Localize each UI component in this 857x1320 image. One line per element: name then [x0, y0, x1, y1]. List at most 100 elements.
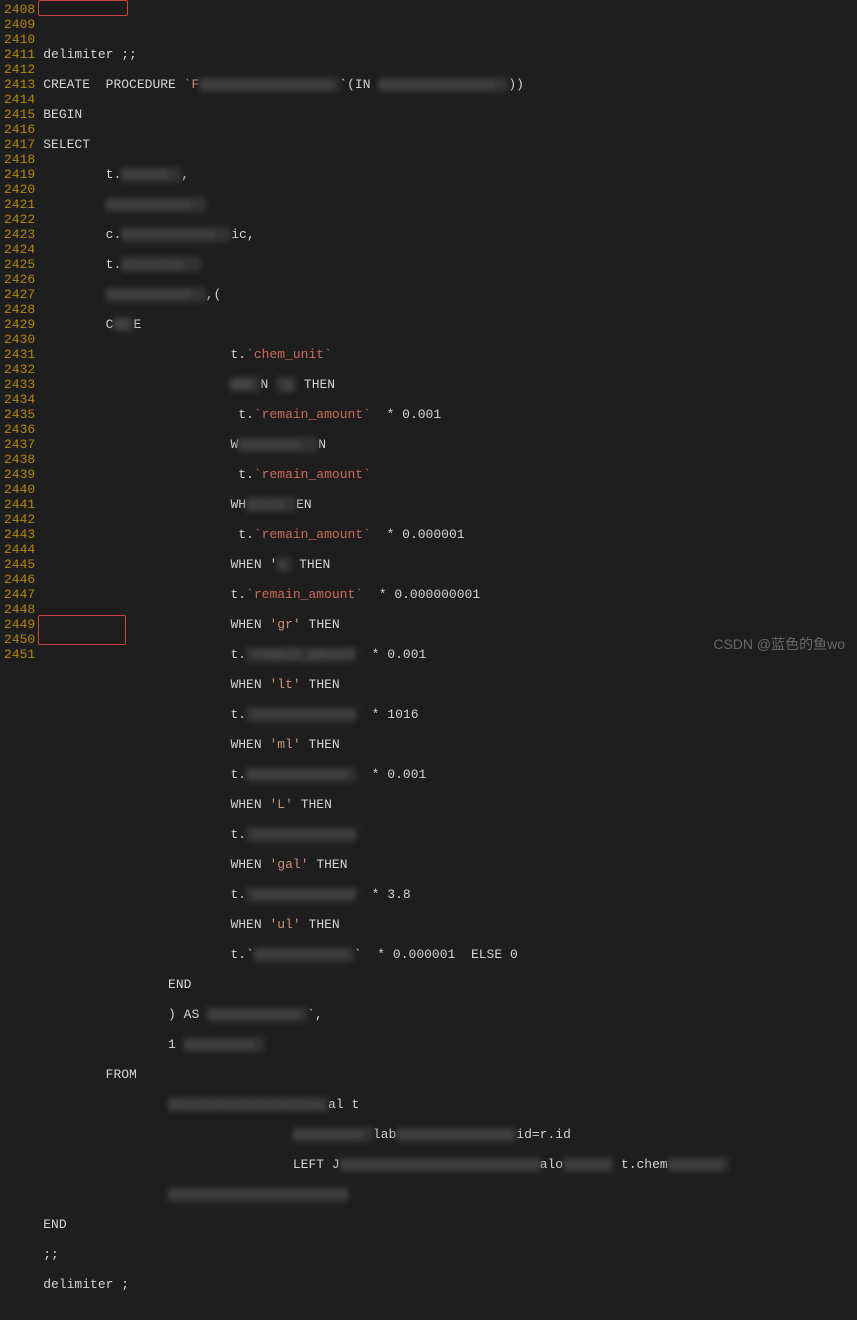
code-line[interactable]: xxxxxxxxxxxxxxxxxxxxxxx	[43, 1187, 857, 1202]
line-number: 2413	[4, 77, 35, 92]
code-line[interactable]: WHEN 'g THEN	[43, 377, 857, 392]
blurred-text: xxxxxxxxx	[293, 1127, 373, 1142]
string: 'gal'	[269, 857, 308, 872]
keyword-when: WHEN	[230, 557, 261, 572]
line-number: 2414	[4, 92, 35, 107]
code-line[interactable]: t.xxxxxx,	[43, 167, 857, 182]
code-line[interactable]: t.xxxxxxxxxxxxx * 0.001	[43, 767, 857, 782]
code-line[interactable]: LEFT Jxxxxxxxxxxxxxxxxxxxxxxxxxxaloxxxxx…	[43, 1157, 857, 1172]
code-line[interactable]: WHEN 'lt' THEN	[43, 677, 857, 692]
code-line[interactable]: t.`chem_unit`	[43, 347, 857, 362]
line-number: 2440	[4, 482, 35, 497]
field-remain-amount: `remain_amount`	[254, 467, 371, 482]
line-number: 2428	[4, 302, 35, 317]
code-editor[interactable]: 2408 2409 2410 2411 2412 2413 2414 2415 …	[0, 0, 857, 660]
proc-name: `F	[184, 77, 200, 92]
keyword-in: IN	[355, 77, 371, 92]
line-number: 2429	[4, 317, 35, 332]
blurred-text: x	[277, 557, 291, 572]
line-number: 2449	[4, 617, 35, 632]
code-line[interactable]: WHxxxxxEN	[43, 497, 857, 512]
code-line[interactable]: t.`remain_amount` * 0.000000001	[43, 587, 857, 602]
code-line[interactable]: WHEN 'L' THEN	[43, 797, 857, 812]
keyword-end: END	[168, 977, 191, 992]
keyword-then: THEN	[309, 617, 340, 632]
keyword-left: LEFT	[293, 1157, 324, 1172]
blurred-text: xxxxxxxxxxxx	[207, 1007, 307, 1022]
code-line[interactable]: t.`xxxxxxxxxxxxx`	[43, 827, 857, 842]
code-line[interactable]: WHEN 'ml' THEN	[43, 737, 857, 752]
line-number: 2432	[4, 362, 35, 377]
number: 0.000000001	[394, 587, 480, 602]
line-number: 2427	[4, 287, 35, 302]
code-line[interactable]: CREATE PROCEDURE `Fxxxxxxxxxxxxxxxxx`(IN…	[43, 77, 857, 92]
line-number: 2445	[4, 557, 35, 572]
code-line[interactable]: t.`remain_amount` * 0.001	[43, 407, 857, 422]
code-line[interactable]: CASE	[43, 317, 857, 332]
code-line[interactable]: END	[43, 977, 857, 992]
field-remain-amount: `remain_amount`	[254, 407, 371, 422]
code-line[interactable]: FROM	[43, 1067, 857, 1082]
code-line[interactable]: t.`xxxxxxxxxxxxx` * 3.8	[43, 887, 857, 902]
code-line[interactable]: BEGIN	[43, 107, 857, 122]
number: 0.000001	[402, 527, 464, 542]
line-number: 2442	[4, 512, 35, 527]
blurred-text: xxxxxxxxxxxx	[121, 227, 231, 242]
keyword-when: WHEN	[230, 797, 261, 812]
code-line[interactable]	[43, 1307, 857, 1320]
code-line[interactable]: t.`remain_amount` * 0.000001	[43, 527, 857, 542]
code-line[interactable]: WxxxxxxxxN	[43, 437, 857, 452]
code-line[interactable]: WHEN 'gal' THEN	[43, 857, 857, 872]
blurred-text: xxxxxxxxxxx	[106, 197, 206, 212]
delimiter-symbol: ;;	[43, 1247, 59, 1262]
blurred-text: xxxxxxxxxxxxxxxxxxxxxxxxxx	[340, 1157, 540, 1172]
code-line[interactable]: xxxxxxxxxxx	[43, 197, 857, 212]
code-line[interactable]: t.`xxxxxxxxxxxxx` * 1016	[43, 707, 857, 722]
code-line[interactable]: ) AS xxxxxxxxxxxx`,	[43, 1007, 857, 1022]
line-number: 2447	[4, 587, 35, 602]
string: 'ul'	[269, 917, 300, 932]
keyword-when: WHEN	[230, 917, 261, 932]
line-number: 2421	[4, 197, 35, 212]
keyword-begin: BEGIN	[43, 107, 82, 122]
code-line[interactable]: xxxxxxxxxlabxxxxxxxxxxxxxxxid=r.id	[43, 1127, 857, 1142]
code-line[interactable]: xxxxxxxxxxxxxxxxxxxxal t	[43, 1097, 857, 1112]
code-line[interactable]: t.`xxxxxxxxxxxx` * 0.000001 ELSE 0	[43, 947, 857, 962]
field-remain-amount: `remain_amount`	[246, 587, 363, 602]
field-chem-unit: `chem_unit`	[246, 347, 332, 362]
number: 1016	[387, 707, 418, 722]
line-number: 2410	[4, 32, 35, 47]
code-line[interactable]: SELECT	[43, 137, 857, 152]
line-number: 2436	[4, 422, 35, 437]
code-line[interactable]: END	[43, 1217, 857, 1232]
string: 'ml'	[269, 737, 300, 752]
keyword-procedure: PROCEDURE	[106, 77, 176, 92]
code-line[interactable]: WHEN 'gr' THEN	[43, 617, 857, 632]
code-line[interactable]: t.xxxxxxxx	[43, 257, 857, 272]
keyword-as: AS	[184, 1007, 200, 1022]
code-line[interactable]: WHEN 'x THEN	[43, 557, 857, 572]
blurred-field: `xxxxxxxxxxxxx`	[246, 887, 356, 902]
code-line[interactable]: WHEN 'ul' THEN	[43, 917, 857, 932]
code-line[interactable]: 1 xxxxxxxxx	[43, 1037, 857, 1052]
line-number: 2424	[4, 242, 35, 257]
number: 0.000001	[393, 947, 455, 962]
line-number: 2443	[4, 527, 35, 542]
code-content[interactable]: delimiter ;; CREATE PROCEDURE `Fxxxxxxxx…	[43, 0, 857, 660]
identifier: lab	[373, 1127, 396, 1142]
code-line[interactable]: t.`remain_amount`	[43, 467, 857, 482]
blurred-text: 'g	[276, 377, 296, 392]
line-number: 2415	[4, 107, 35, 122]
line-number: 2450	[4, 632, 35, 647]
code-line[interactable]	[43, 17, 857, 32]
code-line[interactable]: ;;	[43, 1247, 857, 1262]
blurred-text: xxxxxx	[563, 1157, 613, 1172]
line-number: 2426	[4, 272, 35, 287]
code-line[interactable]: xxxxxxxxxxx,(	[43, 287, 857, 302]
blurred-text: xxxxxx	[121, 167, 181, 182]
line-number: 2438	[4, 452, 35, 467]
watermark: CSDN @蓝色的鱼wo	[713, 634, 845, 654]
code-line[interactable]: delimiter ;	[43, 1277, 857, 1292]
code-line[interactable]: c.xxxxxxxxxxxxic,	[43, 227, 857, 242]
code-line[interactable]: delimiter ;;	[43, 47, 857, 62]
